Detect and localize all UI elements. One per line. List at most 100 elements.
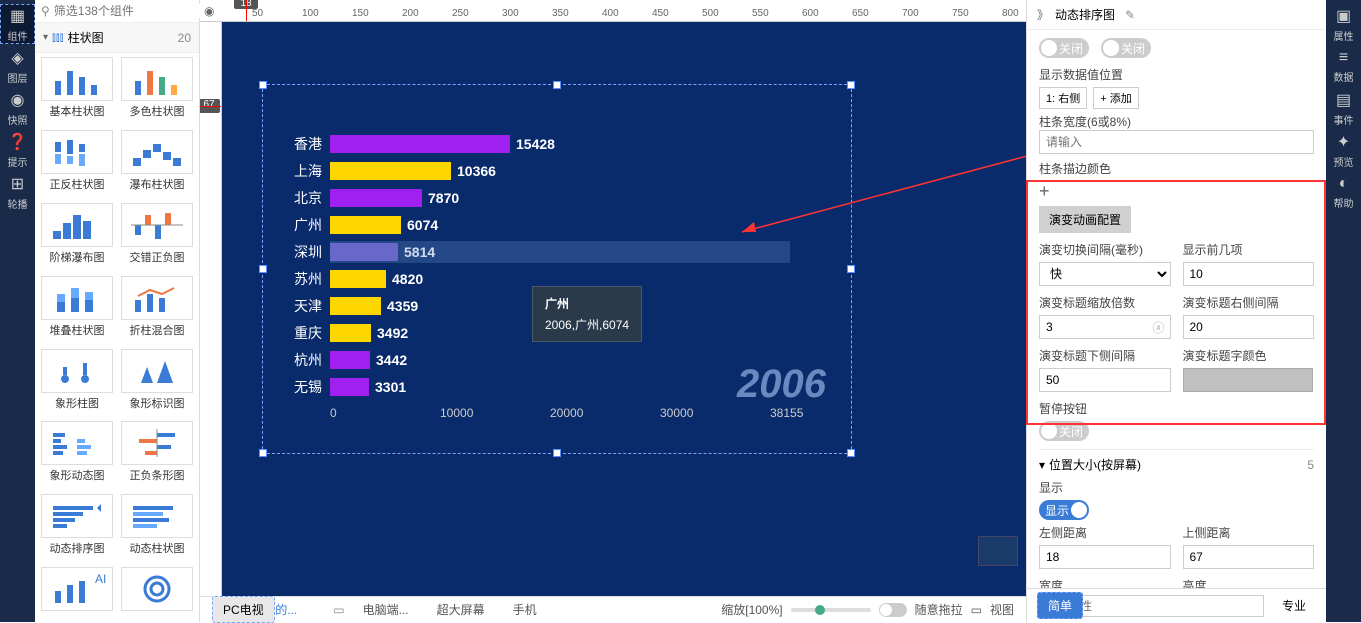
chart-bar-row: 杭州3442 [282,346,555,373]
tooltip-line: 2006,广州,6074 [545,316,629,333]
events-icon: ▤ [1336,90,1351,110]
component-thumb [121,494,193,538]
font-color-picker[interactable] [1183,368,1313,392]
component-card[interactable]: 多色柱状图 [119,57,195,126]
right-gap-input[interactable] [1183,315,1315,339]
help-icon: ◐ [1339,175,1349,193]
mode-simple[interactable]: 简单 [1037,592,1083,619]
axis-tick: 38155 [770,406,880,420]
anim-config-button[interactable]: 演变动画配置 [1039,206,1131,233]
mode-pro[interactable]: 专业 [1272,593,1316,618]
resize-handle-sw[interactable] [259,449,267,457]
view-label[interactable]: 视图 [990,601,1014,618]
nav-data[interactable]: ≡数据 [1326,46,1361,86]
component-card[interactable]: 瀑布柱状图 [119,130,195,199]
resize-handle-se[interactable] [847,449,855,457]
component-thumb [121,203,193,247]
chart-bar-row: 无锡3301 [282,373,555,400]
bar-value: 3492 [377,325,408,341]
tab-bigscreen[interactable]: 超大屏幕 [427,597,495,622]
minimap[interactable] [978,536,1018,566]
interval-select[interactable]: 快 [1039,262,1171,286]
bar-value: 4820 [392,271,423,287]
bar-rect [330,378,369,396]
drag-toggle[interactable] [879,603,907,617]
show-toggle[interactable]: 显示 [1039,500,1089,520]
nav-carousel[interactable]: ⊞轮播 [0,172,35,212]
bar-label: 苏州 [282,269,322,289]
scale-input[interactable] [1039,315,1171,339]
edit-icon[interactable]: ✎ [1125,8,1135,22]
view-icon: ▭ [971,603,982,617]
bar-label: 北京 [282,188,322,208]
label-height: 高度 [1183,577,1315,588]
props-icon: ▣ [1336,6,1351,26]
component-thumb [121,276,193,320]
collapse-icon[interactable]: 》 [1037,6,1049,23]
component-card[interactable]: 动态排序图 [39,494,115,563]
bar-label: 上海 [282,161,322,181]
resize-handle-w[interactable] [259,265,267,273]
nav-tips[interactable]: ❓提示 [0,130,35,170]
position-value[interactable]: 1: 右侧 [1039,87,1087,109]
tab-mobile[interactable]: 手机 [503,597,547,622]
nav-events[interactable]: ▤事件 [1326,88,1361,128]
add-position-button[interactable]: + 添加 [1093,87,1138,109]
resize-handle-nw[interactable] [259,81,267,89]
ruler-tick: 150 [352,8,369,19]
topn-input[interactable] [1183,262,1315,286]
ruler-tick: 250 [452,8,469,19]
bar-label: 深圳 [282,242,322,262]
eye-icon[interactable]: ◉ [204,4,214,18]
bar-width-input[interactable] [1039,130,1314,154]
component-name: 多色柱状图 [130,103,185,119]
chart-bar-row: 天津4359 [282,292,555,319]
resize-handle-s[interactable] [553,449,561,457]
bar-label: 香港 [282,134,322,154]
resize-handle-e[interactable] [847,265,855,273]
top-input[interactable] [1183,545,1315,569]
clear-icon[interactable]: ⓧ [1152,319,1164,336]
component-card[interactable]: 象形动态图 [39,421,115,490]
nav-snapshot[interactable]: ◉快照 [0,88,35,128]
label-bottom-gap: 演变标题下侧间隔 [1039,347,1171,364]
pause-toggle[interactable]: 关闭 [1039,421,1089,441]
component-card[interactable]: 阶梯瀑布图 [39,203,115,272]
component-card[interactable]: 基本柱状图 [39,57,115,126]
resize-handle-ne[interactable] [847,81,855,89]
nav-components[interactable]: ▦组件 [0,4,35,44]
resize-handle-n[interactable] [553,81,561,89]
bar-rect [330,189,422,207]
toggle-2[interactable]: 关闭 [1101,38,1151,58]
category-header[interactable]: ▾ ⫾⫾⫾ 柱状图 20 [35,23,199,53]
left-input[interactable] [1039,545,1171,569]
nav-help[interactable]: ◐帮助 [1326,172,1361,212]
search-input[interactable] [54,4,209,18]
tab-pctv[interactable]: PC电视 [212,596,275,623]
component-card[interactable]: 象形柱图 [39,349,115,418]
component-card[interactable]: AI [39,567,115,618]
component-card[interactable]: 正反柱状图 [39,130,115,199]
nav-layers[interactable]: ◈图层 [0,46,35,86]
ruler-h-cursor [246,0,247,21]
component-card[interactable] [119,567,195,618]
component-card[interactable]: 正负条形图 [119,421,195,490]
toggle-1[interactable]: 关闭 [1039,38,1089,58]
canvas-stage[interactable]: 香港15428上海10366北京7870广州6074深圳5814苏州4820天津… [222,22,1026,596]
component-card[interactable]: 动态柱状图 [119,494,195,563]
nav-preview[interactable]: ✦预览 [1326,130,1361,170]
component-card[interactable]: 折柱混合图 [119,276,195,345]
nav-props[interactable]: ▣属性 [1326,4,1361,44]
section-position[interactable]: ▾ 位置大小(按屏幕) 5 [1039,449,1314,479]
bar-label: 无锡 [282,377,322,397]
ruler-v-cursor [200,106,221,107]
component-card[interactable]: 堆叠柱状图 [39,276,115,345]
bottom-gap-input[interactable] [1039,368,1171,392]
component-card[interactable]: 交错正负图 [119,203,195,272]
tab-desktop[interactable]: 电脑端... [353,597,419,622]
add-stroke-button[interactable]: + [1039,177,1314,206]
component-thumb [41,130,113,174]
zoom-slider[interactable] [791,608,871,612]
chart-bar-row: 广州6074 [282,211,555,238]
component-card[interactable]: 象形标识图 [119,349,195,418]
